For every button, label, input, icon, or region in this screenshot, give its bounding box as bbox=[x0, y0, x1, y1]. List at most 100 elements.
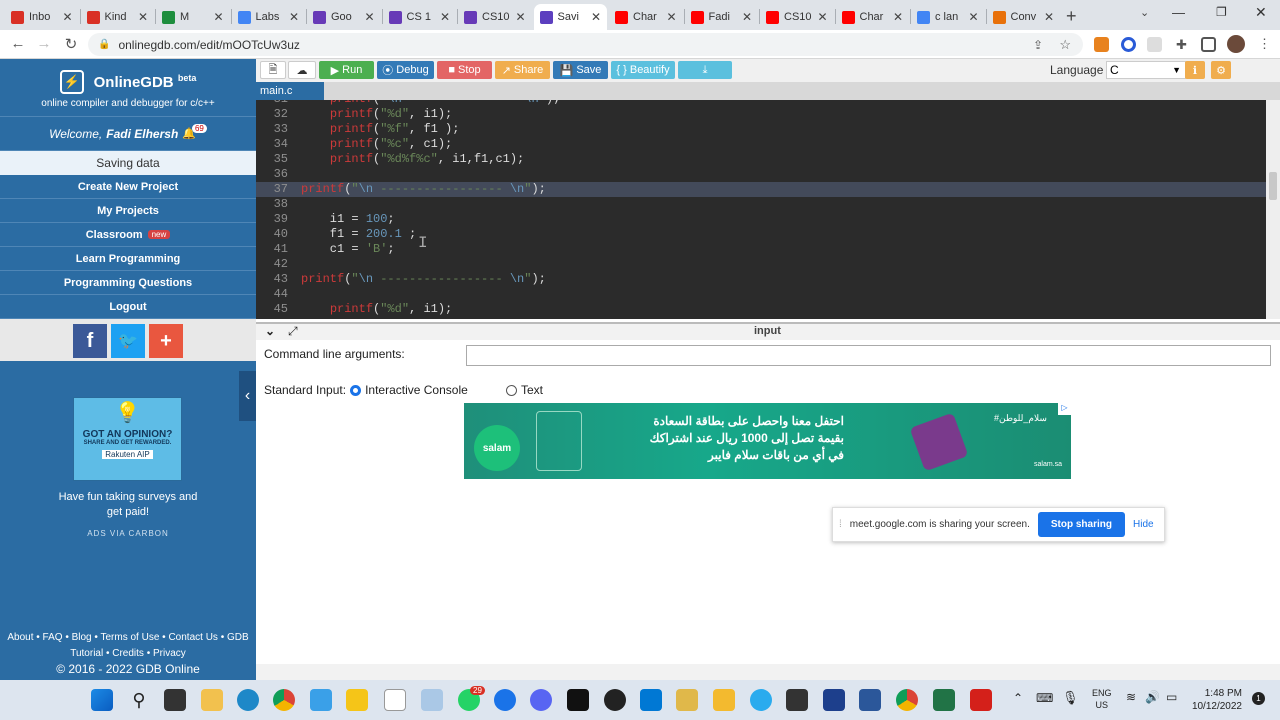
notification-count[interactable]: 1 bbox=[1252, 692, 1265, 705]
wifi-icon[interactable]: ≋ bbox=[1126, 690, 1136, 704]
clock[interactable]: 1:48 PM 10/12/2022 bbox=[1190, 687, 1242, 713]
browser-tab[interactable]: CS10 ✕ bbox=[458, 4, 532, 30]
info-icon[interactable]: ℹ bbox=[1185, 61, 1205, 79]
capcut-icon[interactable] bbox=[786, 689, 808, 711]
debug-button[interactable]: ⦿ Debug bbox=[377, 61, 434, 79]
tab-close-icon[interactable]: ✕ bbox=[591, 10, 601, 24]
save-button[interactable]: 💾 Save bbox=[553, 61, 608, 79]
code-line-selected[interactable]: 37 printf("\n ----------------- \n"); bbox=[256, 182, 1266, 197]
sidebar-item-logout[interactable]: Logout bbox=[0, 295, 256, 319]
code-editor[interactable]: 31 printf("\n \n");32 printf("%d", i1);3… bbox=[256, 100, 1280, 319]
browser-tab[interactable]: Savi ✕ bbox=[533, 4, 607, 30]
word-icon[interactable] bbox=[859, 689, 881, 711]
code-line[interactable]: 43 printf("\n ----------------- \n"); bbox=[256, 272, 1266, 287]
file-tab-main-c[interactable]: main.c bbox=[256, 82, 324, 100]
tab-close-icon[interactable]: ✕ bbox=[515, 10, 525, 24]
browser-tab[interactable]: Char ✕ bbox=[836, 4, 910, 30]
new-tab-button[interactable]: + bbox=[1066, 6, 1077, 27]
windows-start-icon[interactable] bbox=[91, 689, 113, 711]
ads-via-carbon[interactable]: ADS VIA CARBON bbox=[0, 529, 256, 538]
tab-close-icon[interactable]: ✕ bbox=[893, 10, 903, 24]
expand-arrows-icon[interactable]: ⤢ bbox=[288, 324, 298, 339]
browser-tab[interactable]: Fadi ✕ bbox=[685, 4, 759, 30]
browser-tab[interactable]: c lan ✕ bbox=[911, 4, 985, 30]
radio-interactive-label[interactable]: Interactive Console bbox=[365, 383, 468, 397]
minimize-window-button[interactable]: — bbox=[1172, 5, 1185, 20]
app-icon-4[interactable] bbox=[676, 689, 698, 711]
scrollbar-thumb[interactable] bbox=[1269, 172, 1277, 200]
reload-icon[interactable]: ↻ bbox=[61, 35, 81, 53]
tab-search-icon[interactable]: ⌄ bbox=[1140, 6, 1149, 19]
discord-icon[interactable] bbox=[530, 689, 552, 711]
side-panel-icon[interactable] bbox=[1201, 37, 1216, 52]
share-page-icon[interactable]: ⇪ bbox=[1033, 38, 1043, 52]
carbon-ad-image[interactable]: 💡 GOT AN OPINION? SHARE AND GET REWARDED… bbox=[73, 397, 182, 481]
back-arrow-icon[interactable]: ← bbox=[8, 35, 28, 52]
collapse-sidebar-chevron-icon[interactable]: ‹ bbox=[239, 371, 256, 421]
twitter-icon[interactable]: 🐦 bbox=[111, 324, 145, 358]
stop-sharing-button[interactable]: Stop sharing bbox=[1037, 512, 1125, 537]
excel-icon[interactable] bbox=[933, 689, 955, 711]
cmd-args-input[interactable] bbox=[466, 345, 1271, 366]
edge-icon[interactable] bbox=[237, 689, 259, 711]
terminal-icon[interactable] bbox=[567, 689, 589, 711]
new-file-icon[interactable]: 🗎 bbox=[260, 61, 286, 79]
telegram-icon[interactable] bbox=[750, 689, 772, 711]
upload-cloud-icon[interactable]: ☁ bbox=[288, 61, 316, 79]
app-icon-5[interactable] bbox=[823, 689, 845, 711]
browser-tab[interactable]: Inbo ✕ bbox=[5, 4, 79, 30]
collapse-chevron-icon[interactable]: ⌄ bbox=[265, 324, 275, 338]
beautify-button[interactable]: { } Beautify bbox=[611, 61, 675, 79]
hide-button[interactable]: Hide bbox=[1133, 519, 1154, 530]
tray-chevron-up-icon[interactable]: ⌃ bbox=[1013, 691, 1023, 705]
profile-avatar[interactable] bbox=[1227, 35, 1245, 53]
carbon-ad-text[interactable]: Have fun taking surveys and get paid! bbox=[55, 490, 201, 520]
extension-icon[interactable] bbox=[1121, 37, 1136, 52]
keyboard-icon[interactable]: ⌨ bbox=[1036, 691, 1053, 705]
code-line[interactable]: 40 f1 = 200.1 ; bbox=[256, 227, 1266, 242]
search-icon[interactable]: ⚲ bbox=[128, 689, 150, 711]
footer-links[interactable]: About • FAQ • Blog • Terms of Use • Cont… bbox=[0, 630, 256, 662]
tab-close-icon[interactable]: ✕ bbox=[666, 10, 676, 24]
microphone-icon[interactable]: 🎙 bbox=[1062, 690, 1079, 706]
notepad-icon[interactable] bbox=[384, 689, 406, 711]
sidebar-item-learn-programming[interactable]: Learn Programming bbox=[0, 247, 256, 271]
metamask-extension-icon[interactable] bbox=[1094, 37, 1109, 52]
code-line[interactable]: 39 i1 = 100; bbox=[256, 212, 1266, 227]
radio-text[interactable] bbox=[506, 384, 517, 396]
language-select[interactable]: C ▼ bbox=[1106, 61, 1186, 79]
browser-tab[interactable]: Char ✕ bbox=[609, 4, 683, 30]
tab-close-icon[interactable]: ✕ bbox=[289, 10, 299, 24]
github-icon[interactable] bbox=[604, 689, 626, 711]
address-bar[interactable]: 🔒 onlinegdb.com/edit/mOOTcUw3uz ⇪ ☆ bbox=[88, 33, 1083, 56]
drag-handle-icon[interactable]: ⁞ bbox=[839, 519, 842, 530]
code-line[interactable]: 42 bbox=[256, 257, 1266, 272]
welcome-user-name[interactable]: Fadi Elhersh bbox=[106, 127, 178, 141]
stop-button[interactable]: ■ Stop bbox=[437, 61, 492, 79]
tab-close-icon[interactable]: ✕ bbox=[213, 10, 223, 24]
app-icon[interactable] bbox=[310, 689, 332, 711]
close-window-button[interactable]: ✕ bbox=[1255, 4, 1267, 21]
tab-close-icon[interactable]: ✕ bbox=[440, 10, 450, 24]
binance-icon[interactable] bbox=[713, 689, 735, 711]
tab-close-icon[interactable]: ✕ bbox=[817, 10, 827, 24]
radio-text-label[interactable]: Text bbox=[521, 383, 543, 397]
plus-share-icon[interactable]: + bbox=[149, 324, 183, 358]
browser-tab[interactable]: Conv ✕ bbox=[987, 4, 1061, 30]
extensions-puzzle-icon[interactable]: ✚ bbox=[1174, 37, 1189, 52]
forward-arrow-icon[interactable]: → bbox=[34, 35, 54, 52]
facebook-icon[interactable]: f bbox=[73, 324, 107, 358]
browser-menu-icon[interactable]: ⋮ bbox=[1258, 36, 1271, 52]
file-explorer-icon[interactable] bbox=[201, 689, 223, 711]
settings-gear-icon[interactable]: ⚙ bbox=[1211, 61, 1231, 79]
sidebar-item-my-projects[interactable]: My Projects bbox=[0, 199, 256, 223]
ad-choices-icon[interactable]: ▷ bbox=[1058, 403, 1071, 415]
app-icon-2[interactable] bbox=[421, 689, 443, 711]
download-button[interactable]: ⤓ bbox=[678, 61, 732, 79]
code-line[interactable]: 35 printf("%d%f%c", i1,f1,c1); bbox=[256, 152, 1266, 167]
browser-tab[interactable]: Kind ✕ bbox=[81, 4, 155, 30]
battery-icon[interactable]: ▭ bbox=[1166, 690, 1177, 704]
input-language[interactable]: ENG US bbox=[1092, 687, 1112, 711]
code-line[interactable]: 41 c1 = 'B'; bbox=[256, 242, 1266, 257]
browser-tab[interactable]: CS10 ✕ bbox=[760, 4, 834, 30]
